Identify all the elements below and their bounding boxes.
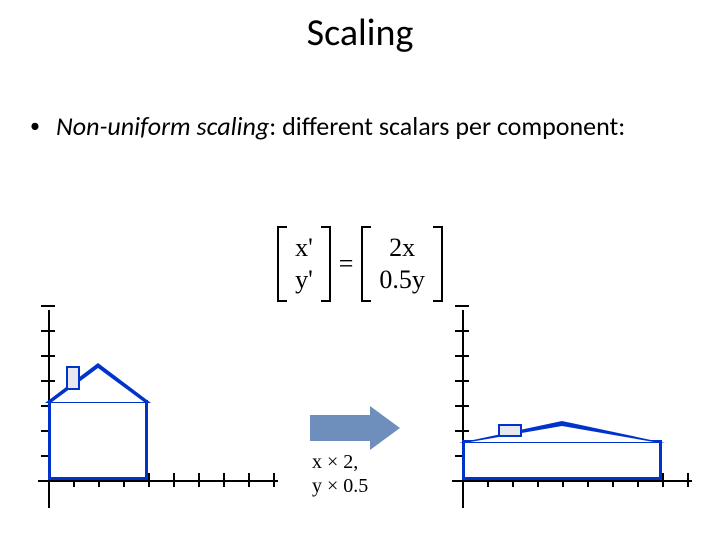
axes-right [452,310,692,510]
chimney-icon [498,424,522,437]
equals-sign: = [339,249,354,279]
transform-arrow-icon [310,406,400,450]
arrow-label-line2: y × 0.5 [312,474,368,498]
bullet-emphasis: Non-uniform scaling [56,110,269,142]
house-body-icon [462,440,662,480]
page-title: Scaling [0,10,720,56]
matrix-left: x' y' [277,226,331,302]
chimney-icon [66,366,80,390]
bullet-list: • Non-uniform scaling: different scalars… [30,110,690,143]
arrow-label: x × 2, y × 0.5 [312,450,368,498]
figure-area: x × 2, y × 0.5 [0,310,720,530]
axes-left [38,310,278,510]
slide: Scaling • Non-uniform scaling: different… [0,0,720,540]
house-original [48,400,148,480]
matrix-right-row1: 2x [379,233,425,263]
house-scaled [462,440,662,480]
bullet-rest: : different scalars per component: [269,110,625,142]
bullet-item: • Non-uniform scaling: different scalars… [30,110,690,143]
bullet-dot-icon: • [30,110,56,143]
matrix-equation: x' y' = 2x 0.5y [0,226,720,307]
matrix-right: 2x 0.5y [361,226,443,302]
matrix-left-row2: y' [295,265,313,295]
bullet-text: Non-uniform scaling: different scalars p… [56,110,690,143]
matrix-left-row1: x' [295,233,313,263]
arrow-label-line1: x × 2, [312,450,368,474]
house-body-icon [48,400,148,480]
matrix-right-row2: 0.5y [379,265,425,295]
